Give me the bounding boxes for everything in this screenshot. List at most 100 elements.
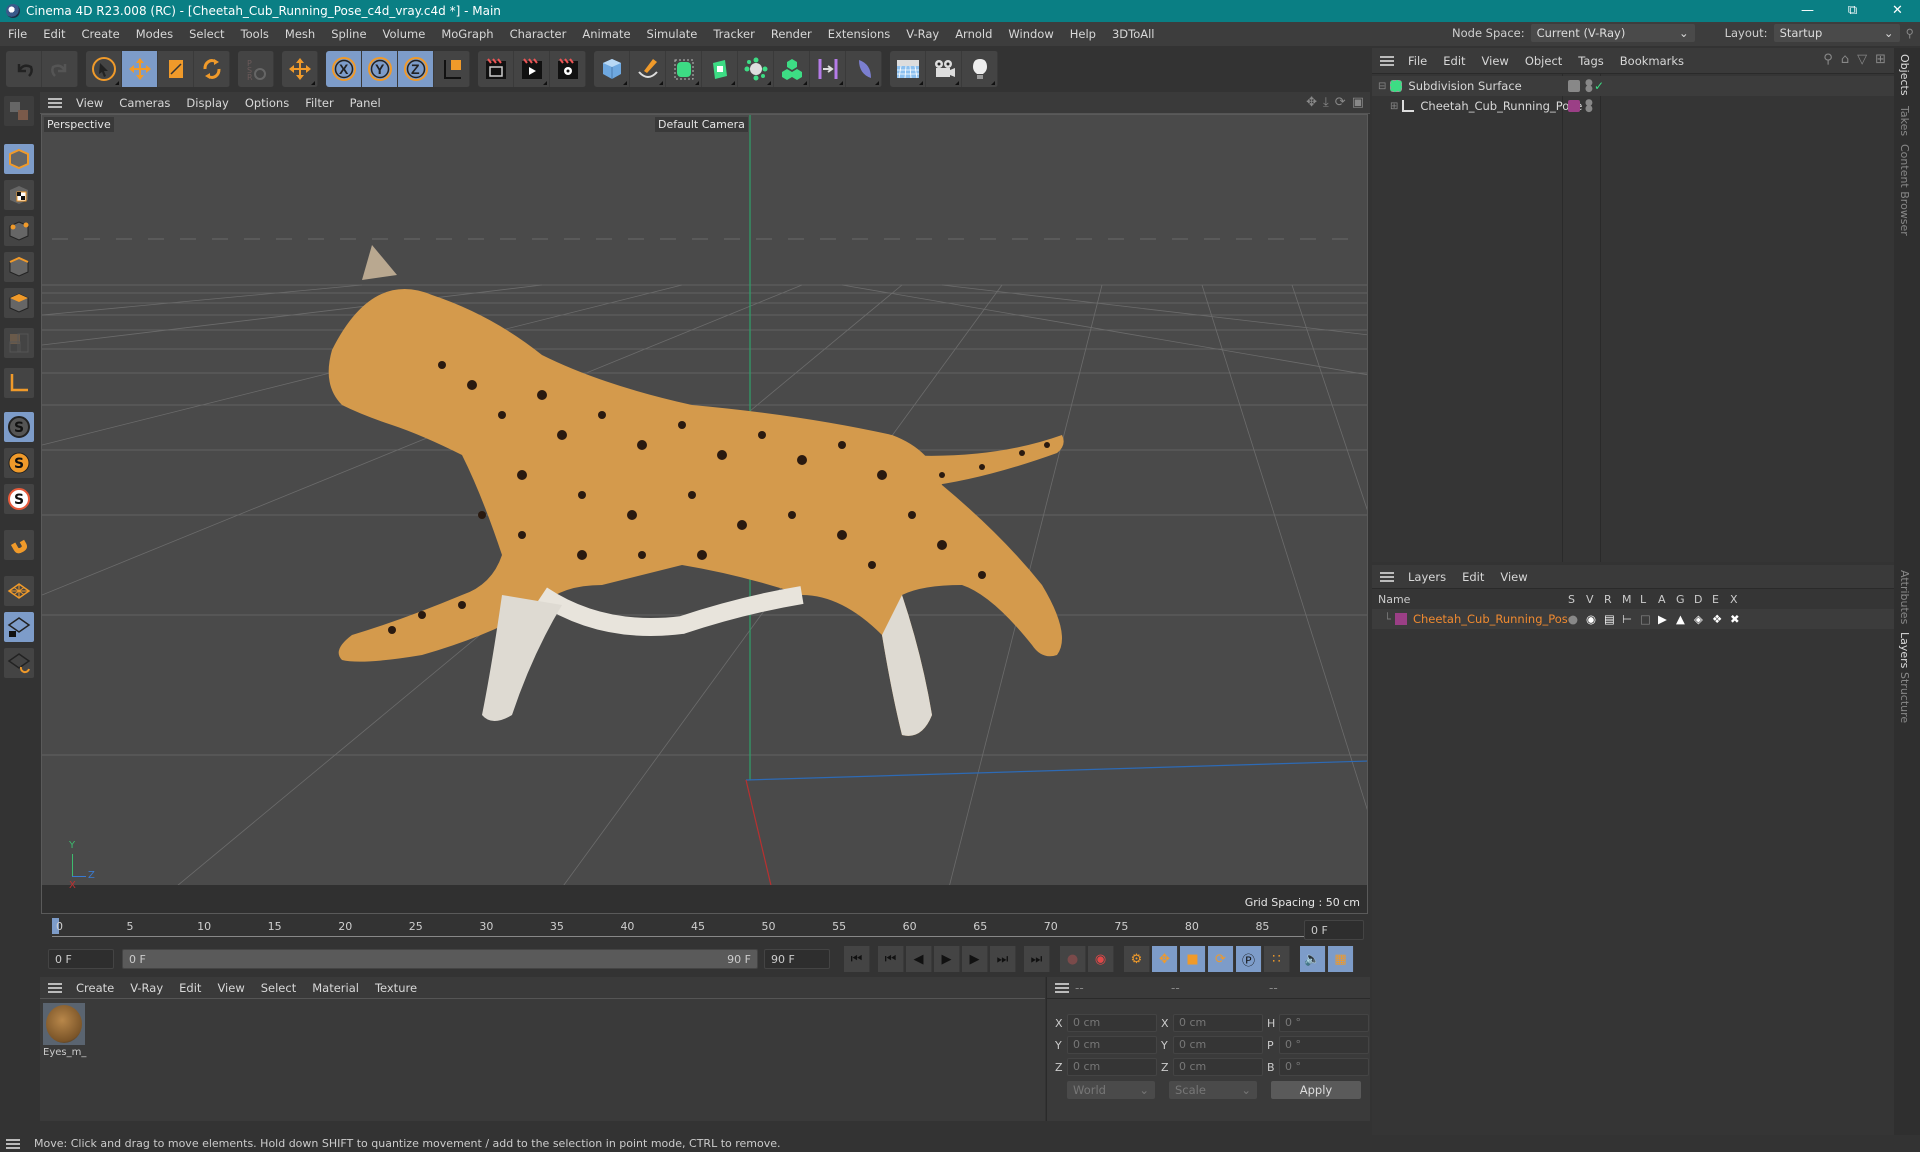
- sound-button[interactable]: 🔈: [1300, 946, 1326, 972]
- size-mode-dropdown[interactable]: Scale ⌄: [1169, 1081, 1257, 1099]
- menu-arnold[interactable]: Arnold: [947, 27, 1000, 41]
- pos-x-field[interactable]: 0 cm: [1067, 1014, 1157, 1032]
- key-rotation-button[interactable]: ⟳: [1208, 946, 1234, 972]
- tab-takes[interactable]: Takes: [1898, 106, 1911, 136]
- layout-dropdown[interactable]: Startup ⌄: [1773, 24, 1900, 42]
- viewport-perspective[interactable]: Perspective Default Camera Y Z X Grid Sp…: [41, 114, 1368, 914]
- viewport-menu-options[interactable]: Options: [237, 96, 297, 110]
- column-generators[interactable]: G: [1676, 593, 1685, 606]
- menu-vray[interactable]: V-Ray: [898, 27, 947, 41]
- workplane-button[interactable]: [4, 576, 34, 606]
- workplane-lock-button[interactable]: [4, 612, 34, 642]
- material-menu-select[interactable]: Select: [253, 981, 304, 995]
- scale-tool-button[interactable]: [158, 51, 194, 87]
- camera-button[interactable]: [926, 51, 962, 87]
- cube-button[interactable]: [594, 51, 630, 87]
- render-picture-viewer-button[interactable]: [514, 51, 550, 87]
- pos-y-field[interactable]: 0 cm: [1067, 1036, 1157, 1054]
- visibility-dots-icon[interactable]: ● ●: [1585, 99, 1593, 114]
- field-button[interactable]: [846, 51, 882, 87]
- collapse-icon[interactable]: ⊟: [1378, 81, 1386, 92]
- filter-icon[interactable]: ▽: [1857, 52, 1867, 67]
- viewport-menu-filter[interactable]: Filter: [297, 96, 341, 110]
- texture-mode-button[interactable]: [4, 180, 34, 210]
- size-z-field[interactable]: 0 cm: [1173, 1058, 1263, 1076]
- rot-b-field[interactable]: 0 °: [1279, 1058, 1369, 1076]
- menu-3dtoall[interactable]: 3DToAll: [1104, 27, 1163, 41]
- rot-h-field[interactable]: 0 °: [1279, 1014, 1369, 1032]
- snap-button[interactable]: S: [4, 412, 34, 442]
- move-tool-button[interactable]: [122, 51, 158, 87]
- orbit-icon[interactable]: ⟳: [1335, 95, 1346, 110]
- undo-button[interactable]: [6, 51, 42, 87]
- object-menu-view[interactable]: View: [1474, 54, 1517, 68]
- lock-icon[interactable]: □: [1640, 612, 1651, 626]
- dolly-icon[interactable]: ⤓: [1323, 95, 1329, 110]
- keyframe-selection-button[interactable]: ⚙: [1124, 946, 1150, 972]
- add-transform-button[interactable]: [282, 51, 318, 87]
- autokey-button[interactable]: ◉: [1088, 946, 1114, 972]
- column-render[interactable]: R: [1604, 593, 1612, 606]
- object-row-subdivision-surface[interactable]: ⊟ Subdivision Surface ● ● ✓: [1372, 76, 1894, 96]
- menu-select[interactable]: Select: [181, 27, 232, 41]
- select-tool-button[interactable]: [86, 51, 122, 87]
- end-frame-field[interactable]: 90 F: [764, 949, 830, 969]
- object-menu-file[interactable]: File: [1400, 54, 1435, 68]
- object-row-cheetah[interactable]: ⊞ Cheetah_Cub_Running_Pose ● ●: [1372, 96, 1894, 116]
- camera-label[interactable]: Default Camera: [655, 117, 748, 132]
- x-axis-button[interactable]: X: [326, 51, 362, 87]
- search-icon[interactable]: ⚲: [1906, 26, 1914, 40]
- layer-menu-edit[interactable]: Edit: [1454, 570, 1492, 584]
- next-frame-button[interactable]: ▶: [962, 946, 988, 972]
- search-icon[interactable]: ⚲: [1823, 52, 1833, 67]
- material-item[interactable]: Eyes_m_: [43, 1003, 86, 1063]
- layer-menu-view[interactable]: View: [1492, 570, 1535, 584]
- menu-spline[interactable]: Spline: [323, 27, 374, 41]
- new-view-icon[interactable]: ⊞: [1875, 52, 1886, 67]
- viewport-menu-panel[interactable]: Panel: [342, 96, 389, 110]
- material-menu-material[interactable]: Material: [304, 981, 367, 995]
- object-menu-tags[interactable]: Tags: [1570, 54, 1611, 68]
- hamburger-menu-icon[interactable]: [1055, 982, 1069, 993]
- pan-icon[interactable]: ✥: [1306, 95, 1317, 110]
- pen-button[interactable]: [630, 51, 666, 87]
- edges-mode-button[interactable]: [4, 252, 34, 282]
- generators-icon[interactable]: ▲: [1676, 612, 1685, 626]
- hamburger-menu-icon[interactable]: [1380, 55, 1394, 66]
- material-menu-edit[interactable]: Edit: [171, 981, 209, 995]
- points-mode-button[interactable]: [4, 216, 34, 246]
- timeline-ruler[interactable]: 051015202530354045505560657075808590 0 F: [40, 914, 1370, 944]
- workplane-align-button[interactable]: [4, 648, 34, 678]
- tab-objects[interactable]: Objects: [1898, 54, 1911, 96]
- start-frame-field[interactable]: 0 F: [48, 949, 114, 969]
- rotate-tool-button[interactable]: [194, 51, 230, 87]
- viewport-menu-view[interactable]: View: [68, 96, 111, 110]
- uv-mode-button[interactable]: [4, 328, 34, 358]
- make-editable-button[interactable]: [4, 96, 34, 126]
- pos-z-field[interactable]: 0 cm: [1067, 1058, 1157, 1076]
- menu-help[interactable]: Help: [1062, 27, 1104, 41]
- menu-tools[interactable]: Tools: [233, 27, 277, 41]
- column-manager[interactable]: M: [1622, 593, 1632, 606]
- record-keys-button[interactable]: ●: [1060, 946, 1086, 972]
- column-view[interactable]: V: [1586, 593, 1594, 606]
- coordinate-system-button[interactable]: [434, 51, 470, 87]
- layer-color-swatch[interactable]: [1394, 613, 1407, 625]
- menu-modes[interactable]: Modes: [128, 27, 181, 41]
- key-parameter-button[interactable]: Ⓟ: [1236, 946, 1262, 972]
- material-menu-texture[interactable]: Texture: [367, 981, 425, 995]
- menu-simulate[interactable]: Simulate: [639, 27, 706, 41]
- column-xrefs[interactable]: X: [1730, 593, 1738, 606]
- tab-content-browser[interactable]: Content Browser: [1898, 144, 1911, 236]
- object-menu-object[interactable]: Object: [1517, 54, 1570, 68]
- menu-render[interactable]: Render: [763, 27, 820, 41]
- frame-range-slider[interactable]: 0 F 90 F: [122, 949, 758, 969]
- subdivision-button[interactable]: [666, 51, 702, 87]
- minimize-button[interactable]: —: [1785, 0, 1830, 22]
- menu-edit[interactable]: Edit: [35, 27, 73, 41]
- expressions-python-icon[interactable]: ❖: [1712, 612, 1722, 626]
- editor-toggle-icon[interactable]: [1568, 80, 1580, 92]
- menu-mesh[interactable]: Mesh: [277, 27, 323, 41]
- layer-color-swatch[interactable]: [1568, 100, 1580, 112]
- tab-attributes[interactable]: Attributes: [1898, 570, 1911, 624]
